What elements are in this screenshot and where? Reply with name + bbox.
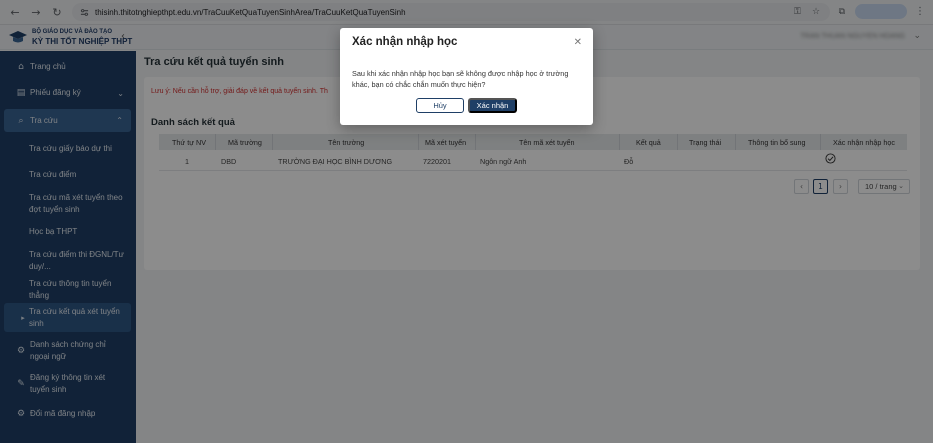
dialog-title: Xác nhận nhập học [352,36,458,48]
confirm-button[interactable]: Xác nhận [468,98,517,113]
confirm-enrollment-dialog: Xác nhận nhập học ✕ Sau khi xác nhận nhậ… [340,28,593,125]
dialog-message: Sau khi xác nhận nhập học bạn sẽ không đ… [352,69,569,89]
close-icon[interactable]: ✕ [574,37,582,48]
cancel-button[interactable]: Hủy [416,98,464,113]
